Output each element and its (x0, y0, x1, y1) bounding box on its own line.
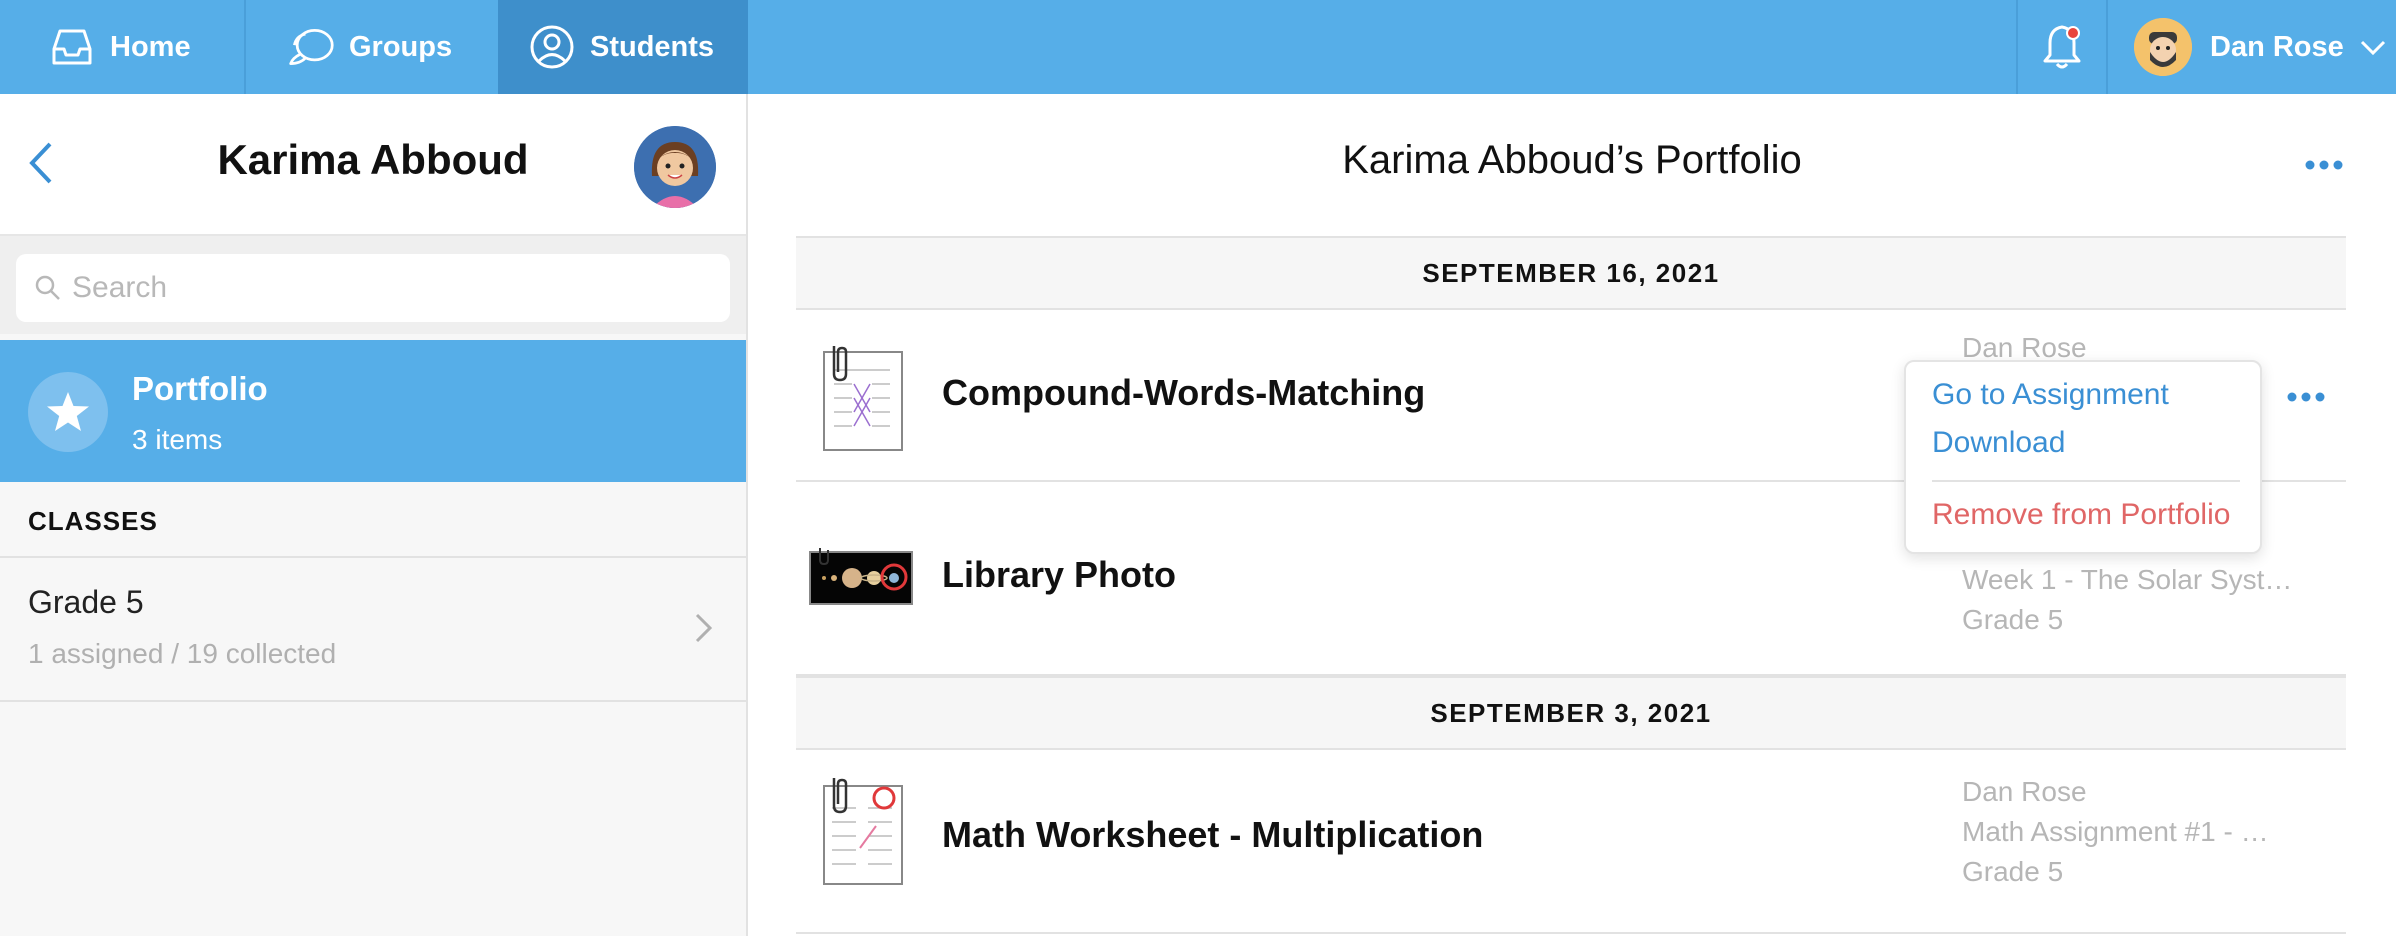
student-sidebar: Karima Abboud Portfolio 3 items CLASSES … (0, 94, 748, 936)
item-context-menu: Go to Assignment Download Remove from Po… (1904, 360, 2262, 554)
more-options-button[interactable] (2304, 158, 2344, 176)
tab-home[interactable]: Home (0, 0, 246, 94)
worksheet-thumbnail (820, 344, 906, 457)
remove-from-portfolio-menu-item[interactable]: Remove from Portfolio (1932, 498, 2230, 532)
date-header: SEPTEMBER 16, 2021 (796, 236, 2346, 310)
tab-home-label: Home (110, 30, 191, 63)
search-input[interactable] (72, 271, 712, 305)
item-meta-line: Dan Rose (1962, 776, 2087, 807)
bell-icon (2043, 25, 2081, 69)
go-to-assignment-menu-item[interactable]: Go to Assignment (1932, 378, 2169, 412)
item-more-button[interactable] (2286, 390, 2326, 408)
student-avatar (634, 126, 716, 208)
item-meta-line: Grade 5 (1962, 604, 2064, 635)
item-title: Library Photo (942, 554, 1177, 595)
sidebar-item-portfolio[interactable]: Portfolio 3 items (0, 340, 746, 482)
sidebar-item-class[interactable]: Grade 5 1 assigned / 19 collected (0, 558, 746, 702)
inbox-icon (48, 23, 96, 71)
class-name: Grade 5 (28, 584, 144, 620)
page-title: Karima Abboud’s Portfolio (1342, 138, 1802, 182)
item-meta: Week 1 - The Solar Syst… Grade 5 (1962, 560, 2292, 640)
list-item[interactable]: Math Worksheet - Multiplication Dan Rose… (796, 750, 2346, 934)
chevron-right-icon (694, 612, 714, 649)
item-meta: Dan Rose Math Assignment #1 - … Grade 5 (1962, 772, 2269, 892)
sidebar-header: Karima Abboud (0, 94, 746, 236)
chevron-down-icon (2360, 31, 2386, 64)
download-menu-item[interactable]: Download (1932, 426, 2065, 460)
notifications-button[interactable] (2016, 0, 2108, 94)
more-horizontal-icon (2287, 392, 2325, 402)
menu-divider (1932, 480, 2240, 482)
portfolio-count: 3 items (132, 424, 223, 455)
item-meta-line: Week 1 - The Solar Syst… (1962, 564, 2293, 595)
classes-section-header: CLASSES (0, 482, 746, 558)
class-stats: 1 assigned / 19 collected (28, 638, 337, 669)
person-icon (528, 23, 576, 71)
photo-thumbnail (808, 546, 914, 611)
user-avatar (2134, 18, 2192, 76)
search-field[interactable] (16, 254, 730, 322)
item-meta-line: Grade 5 (1962, 856, 2064, 887)
tab-groups-label: Groups (349, 30, 453, 63)
classes-header-label: CLASSES (28, 506, 158, 536)
portfolio-label: Portfolio (132, 370, 268, 407)
worksheet-thumbnail (820, 776, 906, 893)
search-icon (35, 275, 60, 300)
top-navigation-bar: Home Groups Students Dan Rose (0, 0, 2396, 94)
more-horizontal-icon (2305, 160, 2343, 170)
date-header: SEPTEMBER 3, 2021 (796, 676, 2346, 750)
tab-students-label: Students (590, 30, 715, 63)
tab-groups[interactable]: Groups (247, 0, 499, 94)
user-name: Dan Rose (2210, 30, 2344, 63)
search-bar-container (0, 236, 746, 334)
star-icon (28, 372, 108, 452)
item-title: Compound-Words-Matching (942, 372, 1426, 413)
tab-students[interactable]: Students (498, 0, 748, 94)
chat-bubbles-icon (287, 23, 335, 71)
user-menu[interactable]: Dan Rose (2108, 0, 2396, 94)
item-meta-line: Math Assignment #1 - … (1962, 816, 2269, 847)
item-title: Math Worksheet - Multiplication (942, 814, 1484, 855)
